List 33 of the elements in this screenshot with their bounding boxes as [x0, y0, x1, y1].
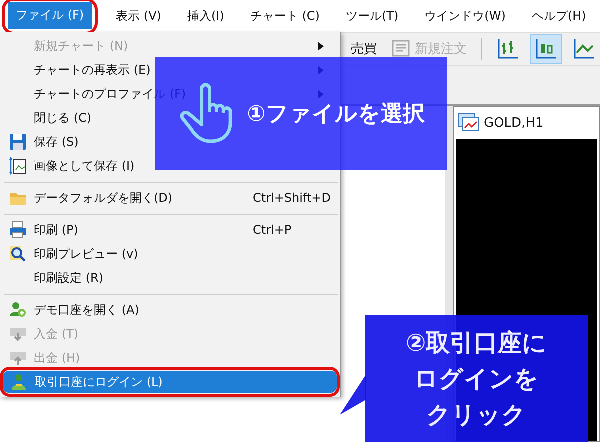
menu-item[interactable]: 印刷 (P) Ctrl+P: [2, 218, 338, 242]
line-chart-icon: [572, 37, 596, 61]
menu-item[interactable]: ツール(T): [338, 2, 407, 30]
menu-item[interactable]: 取引口座にログイン (L): [3, 371, 337, 393]
candlestick-chart-icon: [534, 37, 558, 61]
candle-chart-button[interactable]: [530, 34, 562, 64]
chart-window-icon: [458, 113, 480, 133]
menu-item[interactable]: ウインドウ(W): [416, 2, 514, 30]
card-arrow-icon: [9, 350, 27, 366]
order-form-icon: [391, 39, 413, 59]
picture-frame-icon: [9, 157, 27, 175]
menu-item[interactable]: 表示 (V): [108, 2, 170, 30]
menu-item[interactable]: ファイル (F): [8, 2, 92, 28]
user-icon: [10, 373, 28, 391]
callout-text-line: ②取引口座に: [406, 328, 548, 358]
trade-button[interactable]: 売買: [351, 40, 381, 58]
bar-chart-icon: [496, 37, 520, 61]
menu-item[interactable]: デモ口座を開く (A): [2, 298, 338, 322]
menu-item[interactable]: 印刷設定 (R): [2, 266, 338, 290]
chart-window-title: GOLD,H1: [484, 116, 544, 130]
callout-text: ①ファイルを選択: [247, 100, 425, 128]
users-icon: [9, 301, 27, 319]
menu-item[interactable]: チャート (C): [242, 2, 328, 30]
card-arrow-icon: [9, 326, 27, 342]
magnifier-icon: [9, 245, 27, 263]
menu-item[interactable]: データフォルダを開く(D) Ctrl+Shift+D: [2, 186, 338, 210]
callout-text-line: ログインを: [414, 364, 539, 394]
menu-item[interactable]: 印刷プレビュー (v): [2, 242, 338, 266]
menu-item[interactable]: ヘルプ(H): [524, 2, 594, 30]
menu-item[interactable]: 挿入(I): [179, 2, 232, 30]
callout-text-line: クリック: [426, 400, 526, 430]
printer-icon: [9, 221, 27, 239]
folder-icon: [9, 190, 27, 206]
